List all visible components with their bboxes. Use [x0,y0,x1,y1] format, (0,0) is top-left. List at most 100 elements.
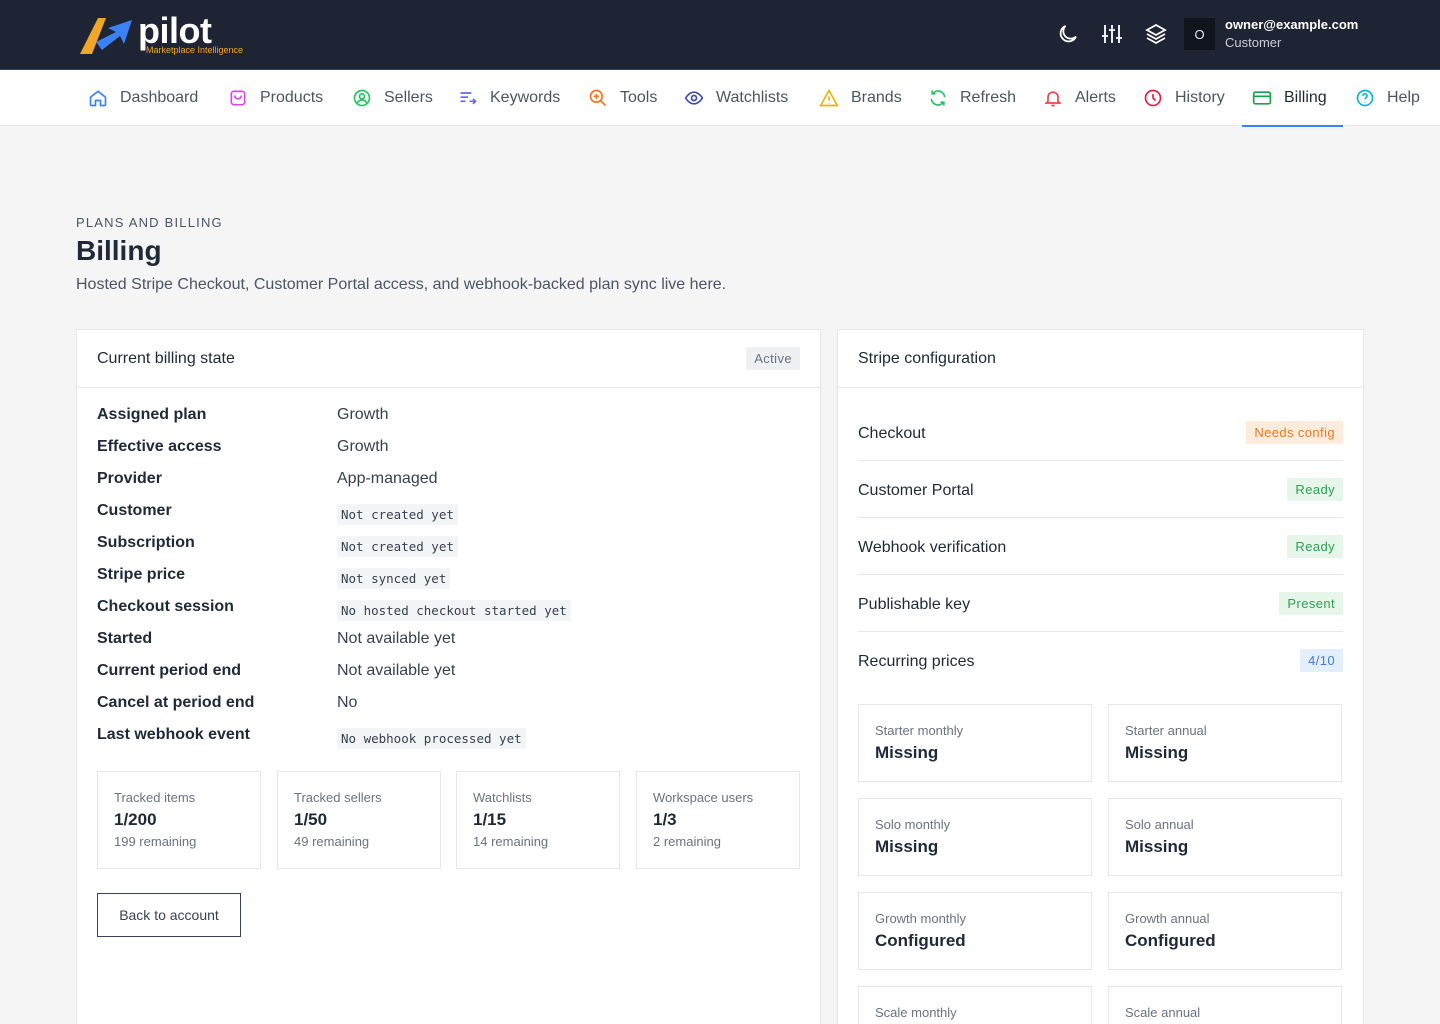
kv-row-subscription: Subscription Not created yet [97,528,797,560]
nav-watchlists[interactable]: Watchlists [676,70,800,126]
kv-key: Subscription [97,534,195,551]
bag-icon [228,88,248,108]
card-header: Current billing state Active [77,330,820,388]
stat-label: Workspace users [653,790,754,805]
kv-key: Effective access [97,438,222,455]
stat-label: Tracked items [114,790,196,805]
config-key: Publishable key [858,596,971,613]
layers-icon[interactable] [1143,21,1169,47]
nav-label: Refresh [960,89,1017,106]
nav-tools[interactable]: Tools [580,70,669,126]
brand-tagline: Marketplace Intelligence [146,45,244,55]
price-value: Configured [875,931,966,950]
avatar[interactable]: O [1184,18,1215,50]
price-card-growth-monthly: Growth monthly Configured [858,892,1092,970]
kv-row-stripe-price: Stripe price Not synced yet [97,560,797,592]
stat-value: 1/50 [294,810,328,829]
price-value: Missing [1125,743,1189,762]
status-badge: Needs config [1246,421,1343,444]
nav-alerts[interactable]: Alerts [1035,70,1128,126]
kv-value: Growth [337,406,389,423]
list-arrow-icon [458,88,478,108]
nav-refresh[interactable]: Refresh [920,70,1028,126]
config-key: Webhook verification [858,539,1007,556]
kv-key: Stripe price [97,566,186,583]
kv-row-assigned-plan: Assigned plan Growth [97,400,797,432]
price-card-starter-annual: Starter annual Missing [1108,704,1342,782]
card-title: Stripe configuration [858,350,996,367]
nav-billing[interactable]: Billing [1242,70,1343,127]
config-row-webhook-verification: Webhook verification Ready [858,518,1343,575]
back-to-account-button[interactable]: Back to account [97,893,241,937]
stat-value: 1/15 [473,810,507,829]
eye-icon [684,88,704,108]
status-badge: Present [1279,592,1343,615]
page-eyebrow: PLANS AND BILLING [76,215,223,230]
usage-stat-workspace-users: Workspace users 1/3 2 remaining [636,771,800,869]
nav-label: Sellers [384,89,433,106]
price-card-starter-monthly: Starter monthly Missing [858,704,1092,782]
price-label: Starter monthly [875,723,964,738]
help-icon [1355,88,1375,108]
nav-keywords[interactable]: Keywords [450,70,572,126]
nav-label: Tools [620,89,658,106]
zoom-plus-icon [588,88,608,108]
price-label: Growth monthly [875,911,967,926]
status-badge: Ready [1287,478,1343,501]
nav-dashboard[interactable]: Dashboard [80,70,210,126]
stat-label: Watchlists [473,790,532,805]
nav-label: Alerts [1075,89,1116,106]
nav-sellers[interactable]: Sellers [344,70,445,126]
stat-remaining: 199 remaining [114,834,197,849]
kv-key: Assigned plan [97,406,207,423]
nav-history[interactable]: History [1135,70,1237,126]
user-email[interactable]: owner@example.com [1225,17,1358,32]
card-icon [1252,88,1272,108]
main-nav: Dashboard Products Sellers Keywords Tool… [0,69,1440,127]
kv-key: Started [97,630,153,647]
price-label: Starter annual [1125,723,1207,738]
kv-key: Provider [97,470,162,487]
stat-remaining: 49 remaining [294,834,370,849]
price-label: Solo annual [1125,817,1194,832]
price-value: Missing [1125,837,1189,856]
nav-label: Brands [851,89,902,106]
config-key: Checkout [858,425,926,442]
warning-icon [819,88,839,108]
kv-row-started: Started Not available yet [97,624,797,656]
price-label: Solo monthly [875,817,951,832]
stat-remaining: 2 remaining [653,834,721,849]
kv-key: Checkout session [97,598,234,615]
nav-brands[interactable]: Brands [811,70,914,126]
price-card-growth-annual: Growth annual Configured [1108,892,1342,970]
nav-help[interactable]: Help [1347,70,1420,126]
kv-value: Not created yet [337,504,458,525]
kv-row-last-webhook-event: Last webhook event No webhook processed y… [97,720,797,752]
status-badge: 4/10 [1300,649,1343,672]
nav-label: Keywords [490,89,561,106]
stat-label: Tracked sellers [294,790,382,805]
home-icon [88,88,108,108]
nav-products[interactable]: Products [220,70,335,126]
price-label: Scale annual [1125,1005,1201,1020]
price-label: Scale monthly [875,1005,957,1020]
kv-value: Not available yet [337,662,456,679]
user-circle-icon [352,88,372,108]
stat-value: 1/3 [653,810,677,829]
usage-stat-watchlists: Watchlists 1/15 14 remaining [456,771,620,869]
config-key: Recurring prices [858,653,975,670]
config-row-checkout: Checkout Needs config [858,404,1343,461]
stat-remaining: 14 remaining [473,834,549,849]
page-title: Billing [76,235,162,266]
card-title: Current billing state [97,350,235,367]
brand-logo[interactable]: pilot Marketplace Intelligence [78,12,278,58]
config-row-customer-portal: Customer Portal Ready [858,461,1343,518]
card-header: Stripe configuration [838,330,1363,388]
nav-label: Watchlists [716,89,789,106]
moon-icon[interactable] [1055,21,1081,47]
stat-value: 1/200 [114,810,157,829]
usage-stat-tracked-sellers: Tracked sellers 1/50 49 remaining [277,771,441,869]
sliders-icon[interactable] [1099,21,1125,47]
kv-value: No [337,694,358,711]
price-card-solo-annual: Solo annual Missing [1108,798,1342,876]
